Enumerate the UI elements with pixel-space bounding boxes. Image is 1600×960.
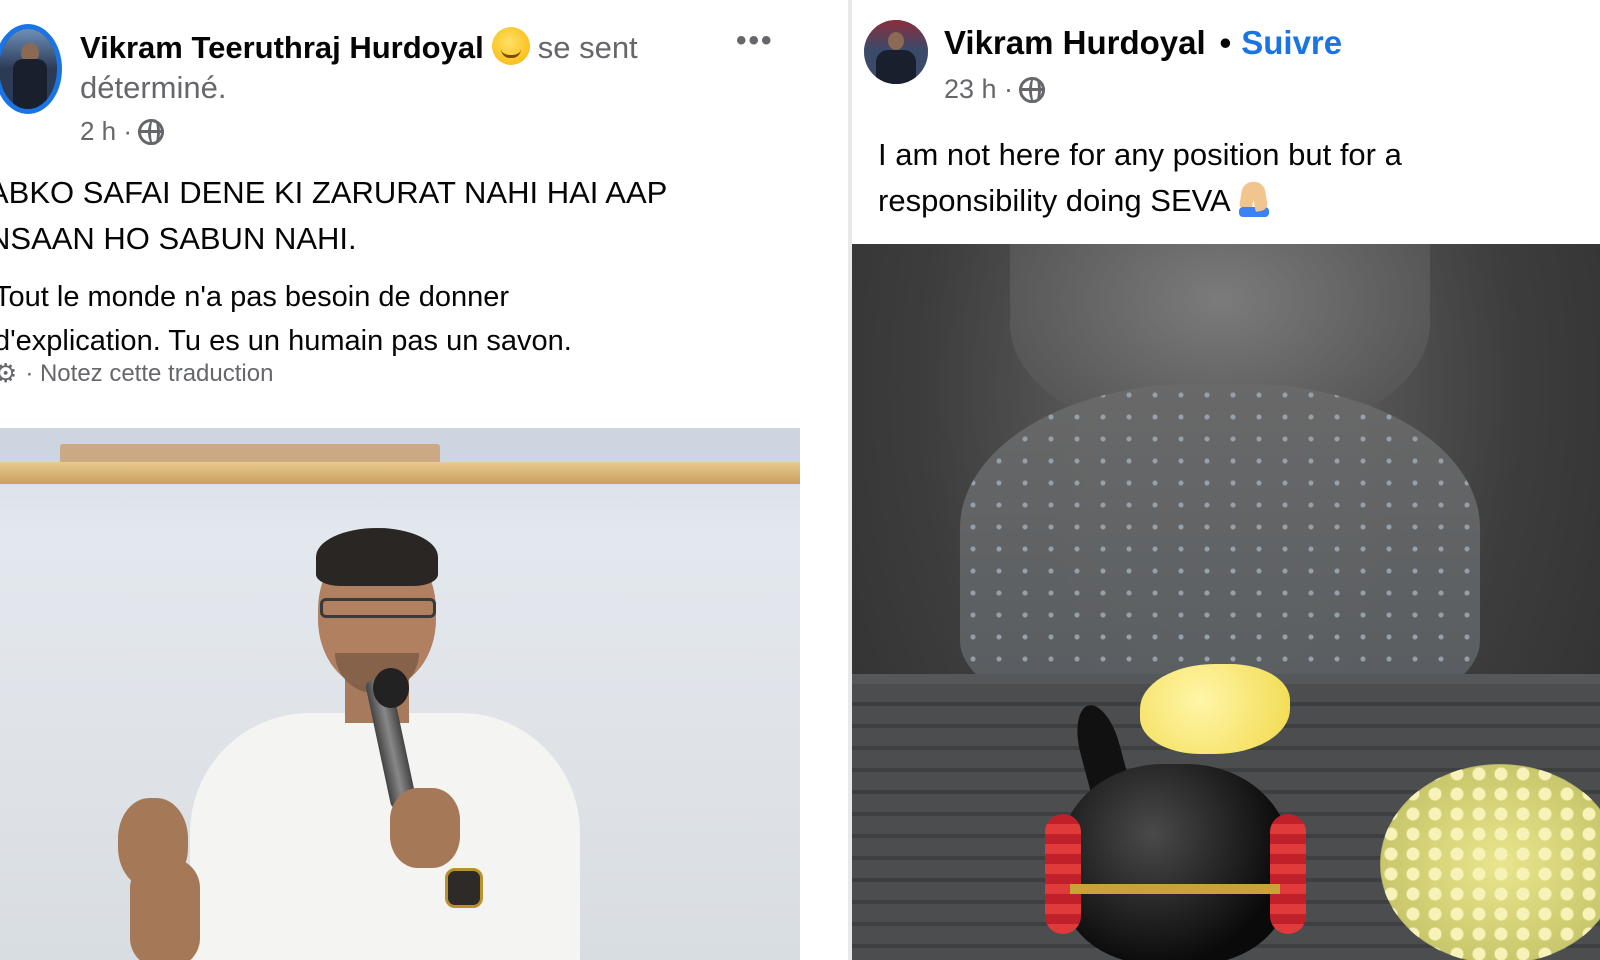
photo-garland-left [1045,814,1081,934]
post-meta: 2 h · [80,116,165,147]
photo-gold-band [1070,884,1280,894]
post-original-text: ABKO SAFAI DENE KI ZARURAT NAHI HAI AAP … [0,170,788,262]
photo-statue-neck [960,384,1480,704]
globe-icon [138,118,165,145]
photo-garland-right [1270,814,1306,934]
photo-person-hair [316,528,438,586]
post-text-line: I am not here for any position but for a [878,137,1402,172]
left-facebook-post: Vikram Teeruthraj Hurdoyal se sent déterm… [0,0,848,960]
feeling-text: déterminé. [80,70,227,105]
post-meta: 23 h · [944,74,1046,105]
post-text: I am not here for any position but for a… [878,132,1578,224]
photo-nandi-statue [1060,764,1290,960]
photo-yellow-flower [1140,664,1290,754]
header-separator: • [1219,24,1232,61]
post-text-line-with-emoji: responsibility doing SEVA [878,178,1578,224]
rate-translation-link[interactable]: · Notez cette traduction [25,360,273,388]
avatar-figure-body [13,59,47,109]
photo-person-right-hand [390,788,460,868]
right-facebook-post: Vikram Hurdoyal • Suivre 23 h · I am not h… [852,0,1600,960]
more-options-icon[interactable]: ••• [736,24,774,58]
post-text-line: Tout le monde n'a pas besoin de donner [0,281,510,313]
post-text-line: ABKO SAFAI DENE KI ZARURAT NAHI HAI AAP [0,175,668,210]
post-translated-text: Tout le monde n'a pas besoin de donner d… [0,275,794,363]
follow-button[interactable]: Suivre [1241,24,1342,61]
photo-shelf-items [60,444,440,464]
photo-wristwatch [445,868,483,908]
screenshot-composite: Vikram Teeruthraj Hurdoyal se sent déterm… [0,0,1600,960]
author-avatar[interactable] [0,24,62,114]
translation-footer: ⚙ · Notez cette traduction [0,358,273,389]
avatar-figure-head [888,32,904,50]
post-photo-shrine[interactable] [852,244,1600,960]
globe-icon [1019,76,1046,103]
post-timestamp[interactable]: 2 h · [80,116,132,147]
author-name-link[interactable]: Vikram Teeruthraj Hurdoyal [80,30,484,65]
smirking-face-icon [491,27,530,65]
avatar-figure-body [876,50,916,84]
post-photo-speaker[interactable] [0,428,800,960]
folded-hands-icon [1237,179,1271,217]
feeling-prefix: se sent [537,30,638,65]
post-header-line: Vikram Teeruthraj Hurdoyal se sent [80,27,638,66]
post-text-line: NSAAN HO SABUN NAHI. [0,221,357,256]
photo-person-left-hand [118,798,188,888]
photo-flower-bunch [1380,764,1600,960]
author-name-link[interactable]: Vikram Hurdoyal [944,24,1206,61]
author-avatar[interactable] [864,20,928,84]
post-text-line: responsibility doing SEVA [878,183,1231,218]
photo-shelf [0,462,800,484]
post-text-line: d'explication. Tu es un humain pas un sa… [0,325,572,357]
folded-hands-sleeve [1238,207,1269,217]
gear-icon[interactable]: ⚙ [0,358,17,389]
photo-person-glasses [320,598,436,618]
photo-microphone-head [373,668,409,708]
post-header-line: Vikram Hurdoyal • Suivre [944,24,1342,62]
post-timestamp[interactable]: 23 h · [944,74,1013,105]
